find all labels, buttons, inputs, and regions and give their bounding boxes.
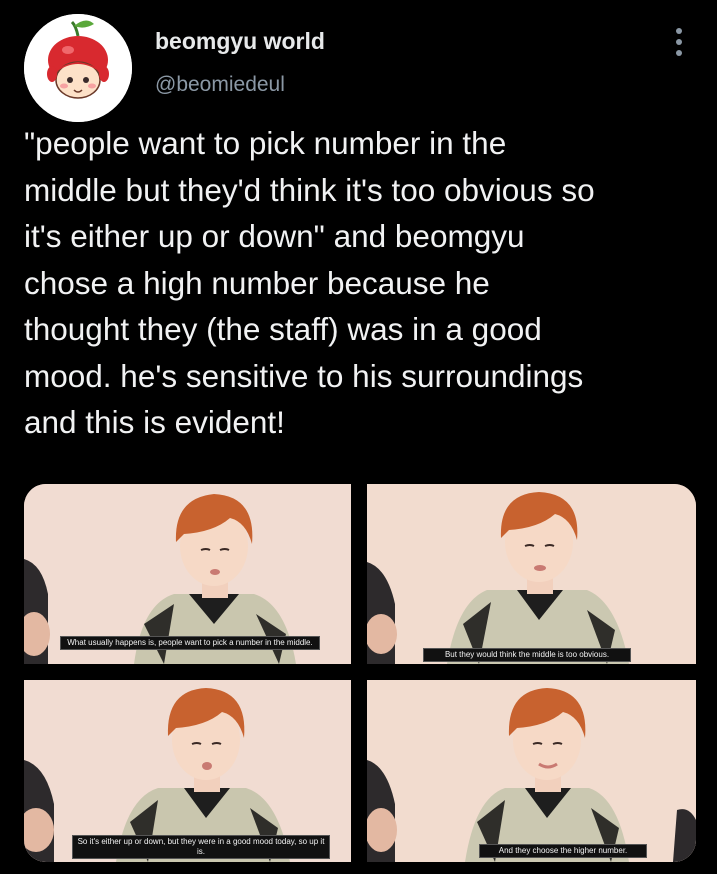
tweet-text: "people want to pick number in the middl… [24, 125, 595, 440]
tweet-header: beomgyu world @beomiedeul [0, 0, 717, 122]
media-frame-1[interactable]: What usually happens is, people want to … [24, 484, 351, 664]
cherry-character-avatar-icon [24, 14, 132, 122]
subtitle-caption: But they would think the middle is too o… [423, 648, 631, 662]
media-grid[interactable]: What usually happens is, people want to … [24, 484, 696, 862]
person-photo-image [367, 680, 696, 862]
media-frame-2[interactable]: But they would think the middle is too o… [367, 484, 696, 664]
more-options-icon[interactable] [664, 24, 694, 60]
person-photo-image [367, 484, 696, 664]
author-handle[interactable]: @beomiedeul [155, 73, 285, 97]
more-dot [676, 50, 682, 56]
media-frame-4[interactable]: And they choose the higher number. [367, 680, 696, 862]
subtitle-caption: And they choose the higher number. [479, 844, 647, 858]
subtitle-caption: What usually happens is, people want to … [60, 636, 320, 650]
author-display-name[interactable]: beomgyu world [155, 28, 325, 55]
media-frame-3[interactable]: So it's either up or down, but they were… [24, 680, 351, 862]
subtitle-caption: So it's either up or down, but they were… [72, 835, 330, 859]
more-dot [676, 39, 682, 45]
author-avatar[interactable] [24, 14, 132, 122]
more-dot [676, 28, 682, 34]
